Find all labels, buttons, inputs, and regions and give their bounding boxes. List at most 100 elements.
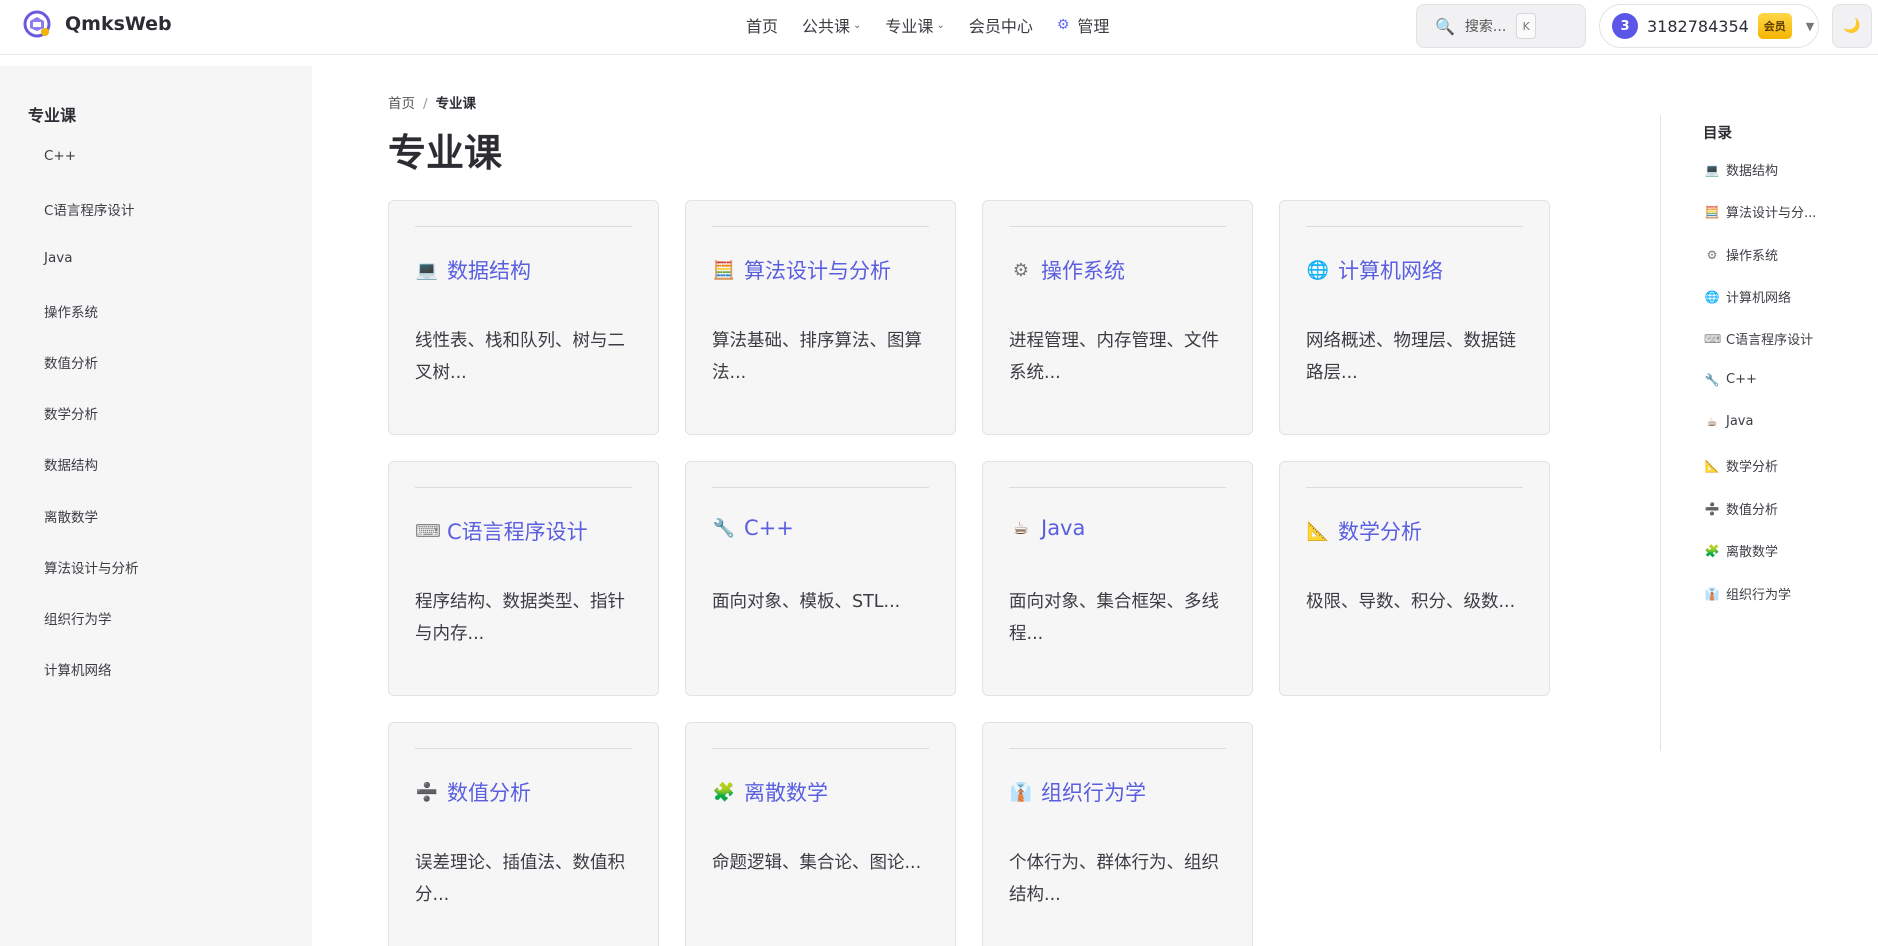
course-card-mathematical-analysis[interactable]: 📐 数学分析 极限、导数、积分、级数... <box>1279 461 1550 696</box>
sidebar-item-data-structures[interactable]: 数据结构 <box>44 454 98 474</box>
course-card-cpp[interactable]: 🔧 C++ 面向对象、模板、STL... <box>685 461 956 696</box>
course-card-algorithms[interactable]: 🧮 算法设计与分析 算法基础、排序算法、图算法... <box>685 200 956 435</box>
chevron-down-icon: ⌄ <box>936 19 945 31</box>
course-card-numerical-analysis[interactable]: ➗ 数值分析 误差理论、插值法、数值积分... <box>388 722 659 946</box>
toc-item-data-structures[interactable]: 💻 数据结构 <box>1704 160 1779 180</box>
card-description: 极限、导数、积分、级数... <box>1306 592 1516 612</box>
card-title-text: 离散数学 <box>744 781 828 805</box>
logo-icon[interactable] <box>22 9 52 39</box>
toc-divider <box>1660 115 1661 751</box>
toc-item-label: 操作系统 <box>1726 249 1779 264</box>
gear-icon: ⚙ <box>1706 247 1718 262</box>
card-title-text: 组织行为学 <box>1041 781 1146 805</box>
course-card-data-structures[interactable]: 💻 数据结构 线性表、栈和队列、树与二叉树... <box>388 200 659 435</box>
toc-item-label: 数值分析 <box>1726 503 1779 518</box>
abacus-icon: 🧮 <box>1704 204 1720 219</box>
breadcrumb-current: 专业课 <box>435 96 477 112</box>
toc-item-numerical-analysis[interactable]: ➗ 数值分析 <box>1704 499 1779 519</box>
card-title[interactable]: ➗ 数值分析 <box>415 777 531 807</box>
card-divider <box>415 487 632 488</box>
card-title[interactable]: 🧮 算法设计与分析 <box>712 255 891 285</box>
breadcrumb-home[interactable]: 首页 <box>388 96 415 112</box>
sidebar: 专业课 C++ C语言程序设计 Java 操作系统 数值分析 数学分析 数据结构… <box>0 66 312 946</box>
toc-item-computer-networks[interactable]: 🌐 计算机网络 <box>1704 287 1792 307</box>
card-description: 误差理论、插值法、数值积分... <box>415 853 625 905</box>
card-title-text: 数据结构 <box>447 259 531 283</box>
avatar: 3 <box>1612 13 1638 39</box>
card-title[interactable]: 🧩 离散数学 <box>712 777 828 807</box>
search-button[interactable]: 🔍 搜索... K <box>1416 4 1586 48</box>
sidebar-item-computer-networks[interactable]: 计算机网络 <box>44 659 112 679</box>
laptop-icon: 💻 <box>415 259 439 281</box>
nav-member-center[interactable]: 会员中心 <box>969 13 1033 37</box>
sidebar-item-organizational-behavior[interactable]: 组织行为学 <box>44 608 112 628</box>
sidebar-item-numerical-analysis[interactable]: 数值分析 <box>44 352 98 372</box>
sidebar-item-c-programming[interactable]: C语言程序设计 <box>44 199 134 219</box>
course-card-computer-networks[interactable]: 🌐 计算机网络 网络概述、物理层、数据链路层... <box>1279 200 1550 435</box>
nav-member-center-label: 会员中心 <box>968 17 1033 36</box>
toc-item-algorithms[interactable]: 🧮 算法设计与分... <box>1704 202 1817 222</box>
sidebar-item-java[interactable]: Java <box>44 250 73 266</box>
sidebar-item-discrete-math[interactable]: 离散数学 <box>44 506 98 526</box>
card-title[interactable]: ☕ Java <box>1009 516 1085 540</box>
nav-major-courses[interactable]: 专业课 ⌄ <box>885 13 944 37</box>
card-divider <box>1306 226 1523 227</box>
search-icon: 🔍 <box>1435 16 1455 36</box>
nav-major-courses-label: 专业课 <box>885 17 934 36</box>
triangle-ruler-icon: 📐 <box>1306 520 1330 542</box>
card-divider <box>712 748 929 749</box>
puzzle-icon: 🧩 <box>1704 543 1720 558</box>
toc-item-label: 组织行为学 <box>1726 588 1792 603</box>
card-title[interactable]: 📐 数学分析 <box>1306 516 1422 546</box>
card-description: 面向对象、集合框架、多线程... <box>1009 592 1219 644</box>
toc-item-discrete-math[interactable]: 🧩 离散数学 <box>1704 541 1779 561</box>
course-card-operating-systems[interactable]: ⚙ 操作系统 进程管理、内存管理、文件系统... <box>982 200 1253 435</box>
user-menu[interactable]: 3 3182784354 会员 ▼ <box>1599 4 1819 48</box>
nav-admin-label: 管理 <box>1077 17 1110 36</box>
theme-toggle-button[interactable]: 🌙 <box>1832 4 1872 48</box>
sidebar-item-algorithms[interactable]: 算法设计与分析 <box>44 557 139 577</box>
breadcrumb: 首页 / 专业课 <box>388 92 476 112</box>
keyboard-icon: ⌨ <box>1704 331 1722 346</box>
nav-public-courses[interactable]: 公共课 ⌄ <box>802 13 861 37</box>
toc-item-java[interactable]: ☕ Java <box>1704 414 1754 429</box>
nav-admin[interactable]: ⚙ 管理 <box>1057 13 1110 37</box>
card-title[interactable]: 🔧 C++ <box>712 516 794 540</box>
card-divider <box>1009 226 1226 227</box>
card-description: 个体行为、群体行为、组织结构... <box>1009 853 1219 905</box>
card-description: 面向对象、模板、STL... <box>712 592 901 612</box>
wrench-icon: 🔧 <box>712 517 736 539</box>
main-nav: 首页 公共课 ⌄ 专业课 ⌄ 会员中心 ⚙ 管理 <box>746 0 1133 50</box>
nav-home[interactable]: 首页 <box>746 13 778 37</box>
abacus-icon: 🧮 <box>712 259 736 281</box>
site-title[interactable]: QmksWeb <box>65 13 172 35</box>
card-title[interactable]: 🌐 计算机网络 <box>1306 255 1443 285</box>
caret-down-icon[interactable]: ▼ <box>1806 20 1814 33</box>
course-card-organizational-behavior[interactable]: 👔 组织行为学 个体行为、群体行为、组织结构... <box>982 722 1253 946</box>
toc-item-label: C++ <box>1726 372 1757 387</box>
card-title-text: Java <box>1041 516 1086 540</box>
course-card-c-programming[interactable]: ⌨ C语言程序设计 程序结构、数据类型、指针与内存... <box>388 461 659 696</box>
card-title[interactable]: 👔 组织行为学 <box>1009 777 1146 807</box>
toc-item-operating-systems[interactable]: ⚙ 操作系统 <box>1704 245 1779 265</box>
course-card-java[interactable]: ☕ Java 面向对象、集合框架、多线程... <box>982 461 1253 696</box>
coffee-icon: ☕ <box>1706 414 1718 429</box>
toc-item-organizational-behavior[interactable]: 👔 组织行为学 <box>1704 584 1792 604</box>
card-description: 线性表、栈和队列、树与二叉树... <box>415 331 625 383</box>
card-title[interactable]: 💻 数据结构 <box>415 255 531 285</box>
gear-icon: ⚙ <box>1056 17 1070 33</box>
card-title[interactable]: ⚙ 操作系统 <box>1009 255 1125 285</box>
sidebar-item-operating-systems[interactable]: 操作系统 <box>44 301 98 321</box>
card-title-text: C语言程序设计 <box>447 520 588 544</box>
toc-item-label: Java <box>1726 414 1754 429</box>
toc-item-c-programming[interactable]: ⌨ C语言程序设计 <box>1704 329 1813 349</box>
toc-item-label: 计算机网络 <box>1726 291 1792 306</box>
toc-item-mathematical-analysis[interactable]: 📐 数学分析 <box>1704 456 1779 476</box>
card-title[interactable]: ⌨ C语言程序设计 <box>415 516 588 546</box>
sidebar-item-cpp[interactable]: C++ <box>44 148 76 164</box>
toc-item-label: 离散数学 <box>1726 545 1779 560</box>
toc-item-cpp[interactable]: 🔧 C++ <box>1704 372 1757 387</box>
card-divider <box>415 748 632 749</box>
sidebar-item-mathematical-analysis[interactable]: 数学分析 <box>44 403 98 423</box>
course-card-discrete-math[interactable]: 🧩 离散数学 命题逻辑、集合论、图论... <box>685 722 956 946</box>
